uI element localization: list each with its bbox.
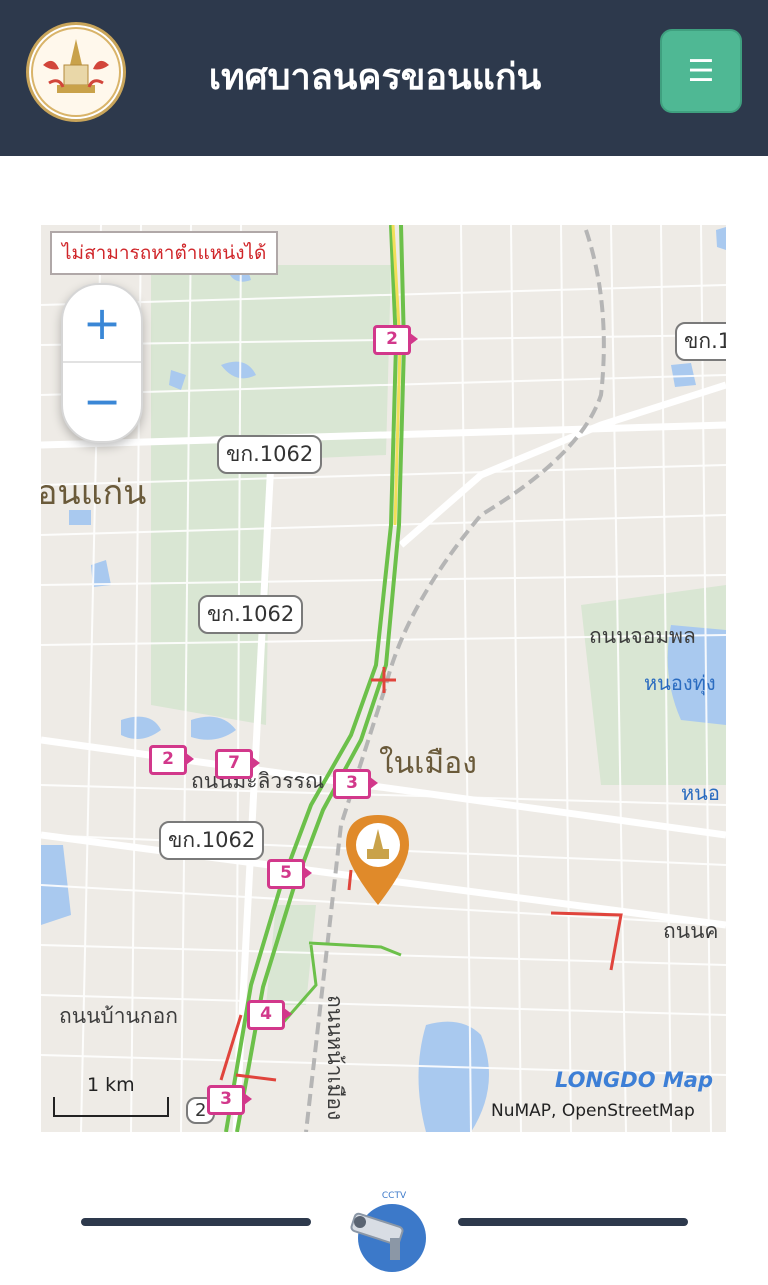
street-label: ถนนหน้าเมือง (323, 995, 347, 1121)
street-label: ถนนจอมพล (589, 624, 696, 648)
menu-button[interactable]: ☰ (660, 29, 742, 113)
street-label: ถนนมะลิวรรณ (191, 769, 325, 793)
cctv-label: CCTV (382, 1191, 407, 1201)
municipality-logo (26, 22, 126, 122)
cctv-icon[interactable]: CCTV (342, 1186, 430, 1274)
cctv-camera-marker[interactable]: 3 (333, 769, 378, 799)
zoom-in-button[interactable]: + (63, 285, 141, 363)
zoom-control: + − (61, 283, 143, 443)
road-label: ขก.1062 (217, 435, 323, 474)
cctv-camera-marker[interactable]: 2 (149, 745, 194, 775)
app-header: เทศบาลนครขอนแก่น ☰ (0, 0, 768, 156)
map-attribution: NuMAP, OpenStreetMap (491, 1101, 695, 1121)
hamburger-icon: ☰ (687, 53, 715, 89)
cctv-camera-marker[interactable]: 2 (373, 325, 418, 355)
traffic-map[interactable]: ไม่สามารถหาตำแหน่งได้ + − ขก.1062 ขก.106… (41, 225, 726, 1132)
water-label: หนองทุ่ง (644, 671, 716, 695)
district-label: อนแก่น (41, 473, 147, 513)
road-label: ขก.1062 (159, 821, 265, 860)
longdo-map-logo[interactable]: LONGDO Map (555, 1068, 713, 1092)
street-label: ถนนค (663, 919, 719, 943)
street-label: ถนนบ้านกอก (59, 1004, 178, 1028)
cctv-camera-marker[interactable]: 7 (215, 749, 260, 779)
footer-divider-right (458, 1218, 688, 1226)
road-label: ขก.1 (675, 322, 726, 361)
water-label: หนอ (681, 781, 720, 805)
page-title: เทศบาลนครขอนแก่น (208, 57, 542, 98)
district-label: ในเมือง (379, 746, 477, 781)
scale-label: 1 km (87, 1074, 135, 1096)
zoom-out-button[interactable]: − (63, 363, 141, 439)
map-canvas[interactable] (41, 225, 726, 1132)
cctv-camera-marker[interactable]: 5 (267, 859, 312, 889)
cctv-camera-marker[interactable]: 4 (247, 1000, 292, 1030)
scale-bar (53, 1097, 169, 1117)
location-error-message: ไม่สามารถหาตำแหน่งได้ (50, 231, 279, 275)
road-label: ขก.1062 (198, 595, 304, 634)
footer-divider-left (81, 1218, 311, 1226)
cctv-camera-marker[interactable]: 3 (207, 1085, 252, 1115)
